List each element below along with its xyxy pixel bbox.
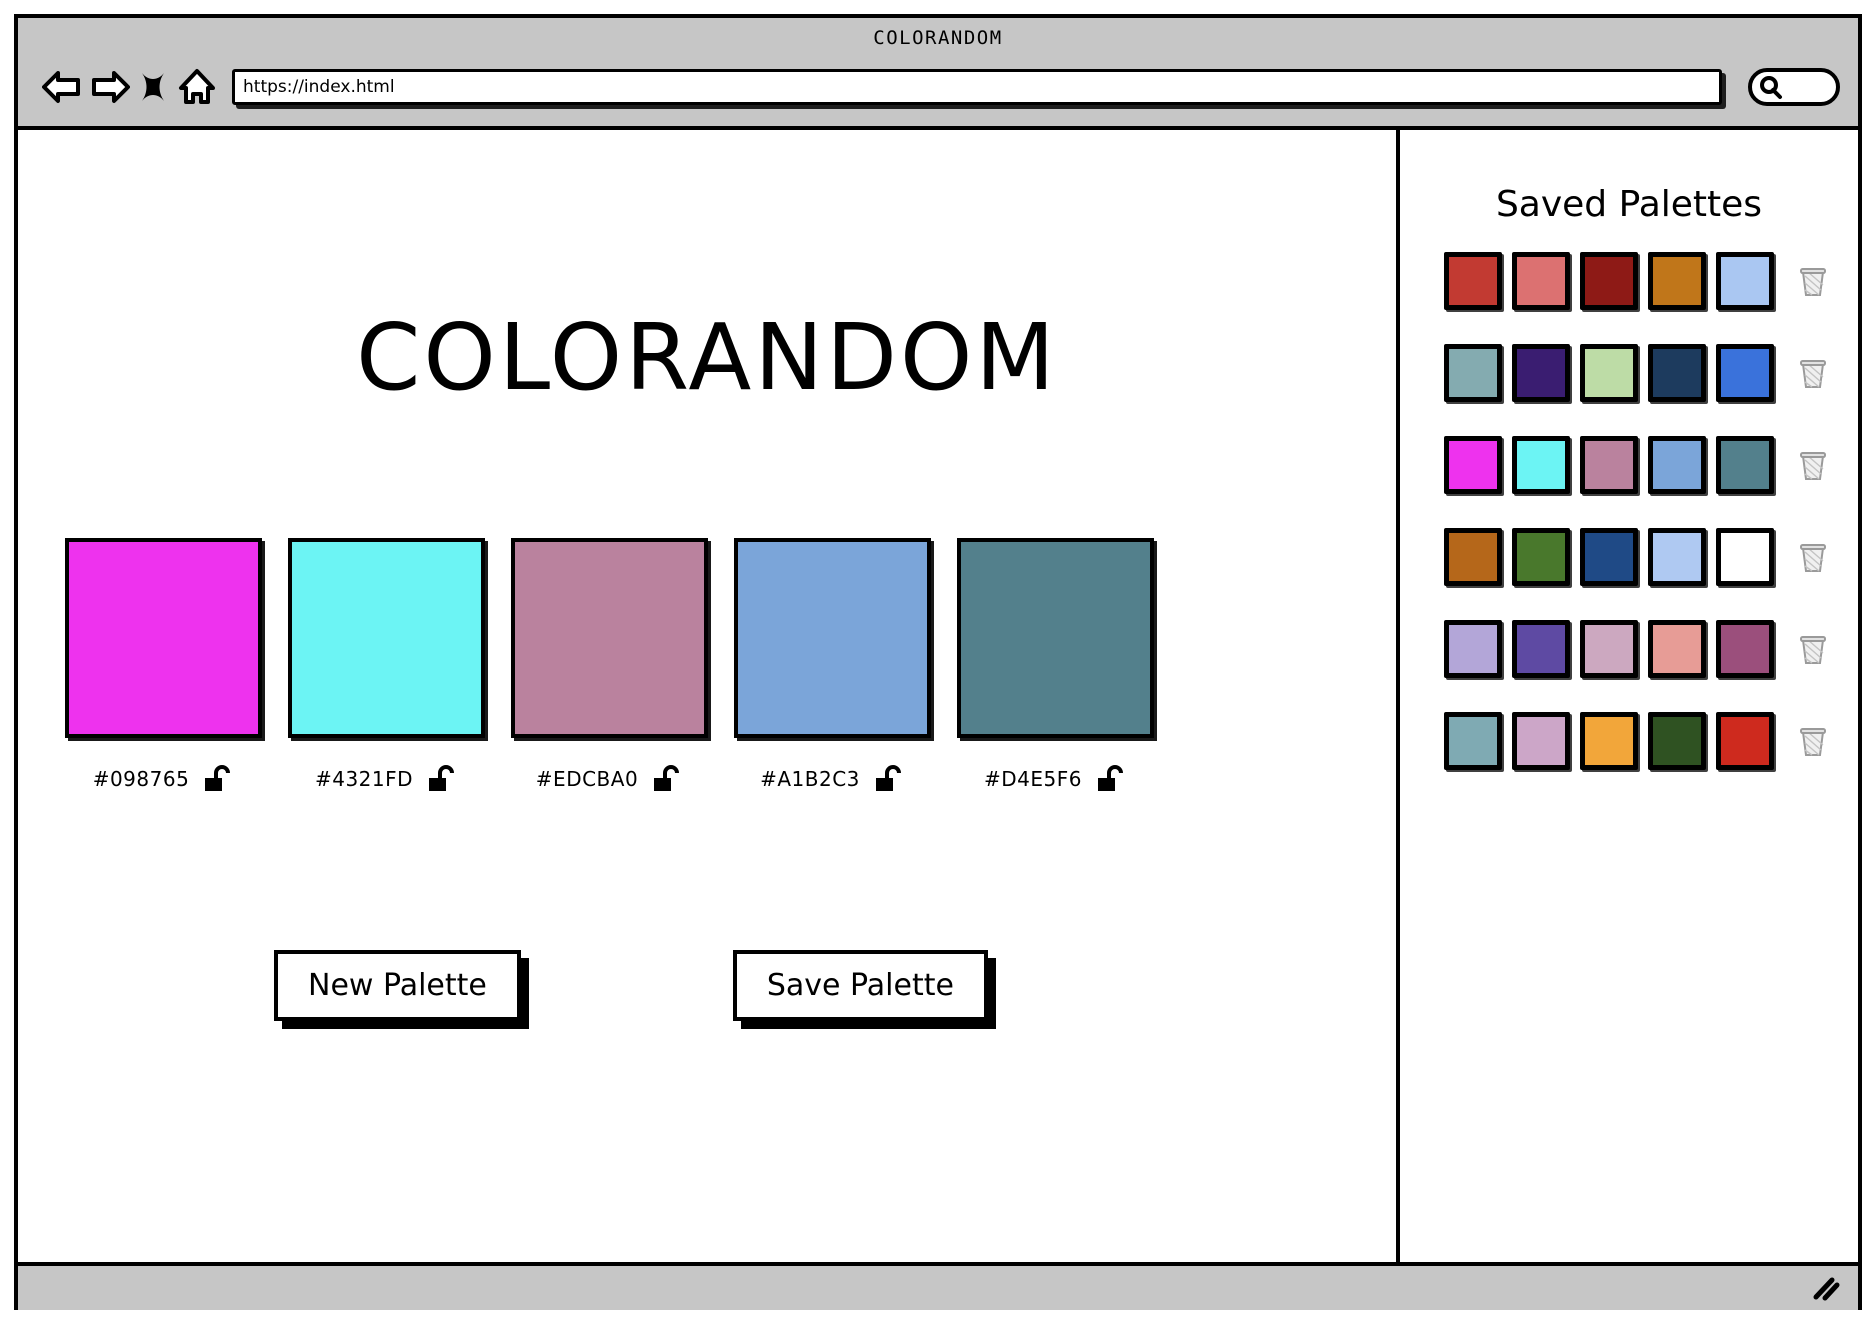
saved-palette-swatch[interactable] — [1648, 528, 1706, 586]
saved-palette-swatch[interactable] — [1580, 712, 1638, 770]
swatch-meta: #D4E5F6 — [984, 764, 1126, 794]
saved-palette-swatch[interactable] — [1716, 436, 1774, 494]
page-title: COLORANDOM — [356, 304, 1058, 411]
swatch-hex-label: #D4E5F6 — [984, 767, 1082, 791]
swatch-color[interactable] — [287, 538, 485, 738]
saved-palettes-heading: Saved Palettes — [1495, 184, 1763, 225]
unlocked-padlock-icon[interactable] — [652, 764, 682, 794]
swatch-hex-label: #A1B2C3 — [760, 767, 860, 791]
url-text[interactable]: https://index.html — [243, 77, 395, 97]
browser-window: COLORANDOM https://index.html COLORANDOM… — [14, 14, 1862, 1310]
saved-palette-swatch[interactable] — [1444, 712, 1502, 770]
saved-palette-swatch[interactable] — [1580, 620, 1638, 678]
saved-palette-swatch[interactable] — [1580, 436, 1638, 494]
saved-palette-swatch[interactable] — [1648, 344, 1706, 402]
trash-can-icon[interactable] — [1798, 448, 1828, 482]
unlocked-padlock-icon[interactable] — [1096, 764, 1126, 794]
window-title: COLORANDOM — [873, 27, 1003, 49]
unlocked-padlock-icon[interactable] — [874, 764, 904, 794]
trash-can-icon[interactable] — [1798, 356, 1828, 390]
saved-palette-swatch[interactable] — [1512, 436, 1570, 494]
swatch-color[interactable] — [956, 538, 1154, 738]
search-box[interactable] — [1748, 68, 1840, 106]
resize-grip-icon[interactable] — [1808, 1274, 1842, 1302]
saved-palette-swatch[interactable] — [1444, 252, 1502, 310]
saved-palette-swatch[interactable] — [1580, 252, 1638, 310]
palette-swatch[interactable]: #A1B2C3 — [733, 538, 931, 794]
palette-swatch[interactable]: #098765 — [64, 538, 262, 794]
trash-can-icon[interactable] — [1798, 632, 1828, 666]
saved-palette-swatch[interactable] — [1648, 436, 1706, 494]
home-icon[interactable] — [174, 65, 220, 109]
swatch-color[interactable] — [733, 538, 931, 738]
saved-palette-swatch[interactable] — [1580, 344, 1638, 402]
current-palette: #098765 #4321FD #EDCBA0 #A1B2C3 #D4E5F6 — [64, 538, 1154, 794]
saved-palette-row[interactable] — [1444, 528, 1828, 586]
screenshot-root: COLORANDOM https://index.html COLORANDOM… — [0, 0, 1876, 1324]
saved-palette-row[interactable] — [1444, 620, 1828, 678]
saved-palette-swatch[interactable] — [1648, 252, 1706, 310]
saved-palette-row[interactable] — [1444, 712, 1828, 770]
trash-can-icon[interactable] — [1798, 540, 1828, 574]
swatch-color[interactable] — [510, 538, 708, 738]
main-content-pane: COLORANDOM #098765 #4321FD #EDCBA0 #A1B2… — [18, 130, 1400, 1262]
saved-palette-swatch[interactable] — [1512, 252, 1570, 310]
saved-palette-row[interactable] — [1444, 344, 1828, 402]
saved-palette-row[interactable] — [1444, 436, 1828, 494]
palette-swatch[interactable]: #EDCBA0 — [510, 538, 708, 794]
saved-palette-swatch[interactable] — [1716, 620, 1774, 678]
saved-palettes-list — [1444, 252, 1828, 770]
swatch-hex-label: #EDCBA0 — [535, 767, 639, 791]
back-arrow-icon[interactable] — [40, 65, 86, 109]
trash-can-icon[interactable] — [1798, 264, 1828, 298]
browser-toolbar: https://index.html — [18, 62, 1858, 112]
new-palette-button[interactable]: New Palette — [274, 950, 521, 1021]
close-x-icon[interactable] — [132, 65, 174, 109]
swatch-meta: #A1B2C3 — [760, 764, 904, 794]
saved-palette-swatch[interactable] — [1580, 528, 1638, 586]
swatch-meta: #4321FD — [315, 764, 457, 794]
saved-palette-swatch[interactable] — [1716, 344, 1774, 402]
saved-palette-swatch[interactable] — [1444, 528, 1502, 586]
swatch-meta: #098765 — [93, 764, 234, 794]
palette-swatch[interactable]: #4321FD — [287, 538, 485, 794]
forward-arrow-icon[interactable] — [86, 65, 132, 109]
saved-palette-swatch[interactable] — [1444, 620, 1502, 678]
saved-palette-swatch[interactable] — [1512, 712, 1570, 770]
save-palette-button[interactable]: Save Palette — [732, 950, 988, 1021]
unlocked-padlock-icon[interactable] — [203, 764, 233, 794]
saved-palette-swatch[interactable] — [1716, 528, 1774, 586]
saved-palette-row[interactable] — [1444, 252, 1828, 310]
saved-palettes-pane: Saved Palettes — [1400, 130, 1858, 1262]
saved-palette-swatch[interactable] — [1512, 528, 1570, 586]
saved-palette-swatch[interactable] — [1716, 712, 1774, 770]
action-button-row: New Palette Save Palette — [18, 950, 1396, 1021]
unlocked-padlock-icon[interactable] — [427, 764, 457, 794]
url-bar[interactable]: https://index.html — [232, 69, 1722, 105]
saved-palette-swatch[interactable] — [1444, 436, 1502, 494]
trash-can-icon[interactable] — [1798, 724, 1828, 758]
saved-palette-swatch[interactable] — [1512, 344, 1570, 402]
saved-palette-swatch[interactable] — [1512, 620, 1570, 678]
status-bar — [18, 1262, 1858, 1310]
browser-chrome-bar: COLORANDOM https://index.html — [18, 18, 1858, 130]
search-icon — [1760, 76, 1782, 99]
saved-palette-swatch[interactable] — [1648, 620, 1706, 678]
swatch-meta: #EDCBA0 — [536, 764, 682, 794]
palette-swatch[interactable]: #D4E5F6 — [956, 538, 1154, 794]
swatch-color[interactable] — [64, 538, 262, 738]
saved-palette-swatch[interactable] — [1444, 344, 1502, 402]
swatch-hex-label: #098765 — [92, 767, 190, 791]
saved-palette-swatch[interactable] — [1648, 712, 1706, 770]
saved-palette-swatch[interactable] — [1716, 252, 1774, 310]
swatch-hex-label: #4321FD — [314, 767, 414, 791]
page-body: COLORANDOM #098765 #4321FD #EDCBA0 #A1B2… — [18, 130, 1858, 1262]
